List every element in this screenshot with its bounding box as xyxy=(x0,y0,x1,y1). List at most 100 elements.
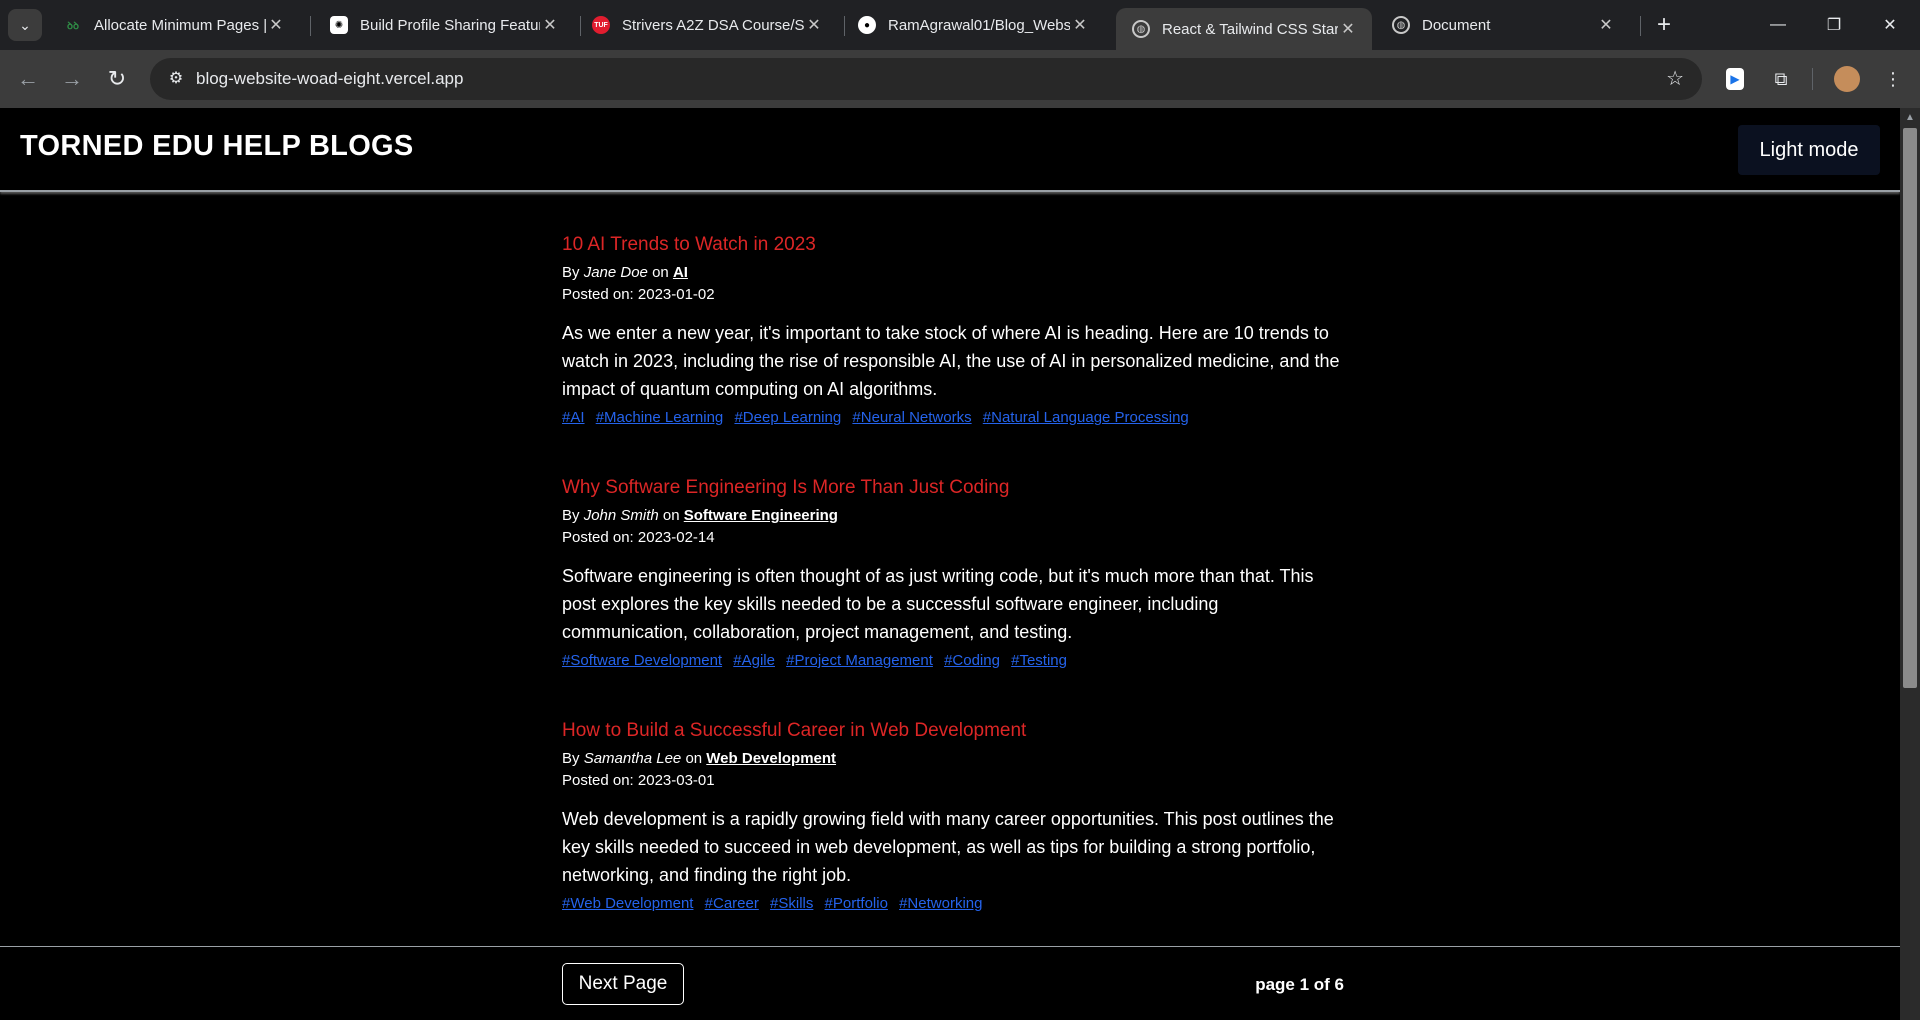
post-category-link[interactable]: Software Engineering xyxy=(684,507,838,524)
tag-link[interactable]: #Deep Learning xyxy=(734,409,841,426)
post-category-link[interactable]: AI xyxy=(673,264,688,281)
page-scrollbar[interactable]: ▲ xyxy=(1900,108,1920,1020)
post-date: Posted on: 2023-03-01 xyxy=(562,772,715,789)
tab-title: React & Tailwind CSS Starte xyxy=(1162,20,1338,38)
site-title: TORNED EDU HELP BLOGS xyxy=(20,130,414,162)
post-author: Samantha Lee xyxy=(583,750,682,767)
extensions-puzzle-icon[interactable]: ⧉ xyxy=(1766,64,1796,94)
by-label: By xyxy=(562,264,580,281)
tag-link[interactable]: #Machine Learning xyxy=(596,409,724,426)
profile-avatar[interactable] xyxy=(1834,66,1860,92)
forward-button[interactable]: → xyxy=(56,63,88,95)
chatgpt-icon: ✺ xyxy=(330,16,348,34)
tag-link[interactable]: #Natural Language Processing xyxy=(983,409,1189,426)
tab-3[interactable]: ● RamAgrawal01/Blog_Websi ✕ xyxy=(842,8,1104,42)
post-author: John Smith xyxy=(583,507,659,524)
menu-kebab-icon[interactable]: ⋮ xyxy=(1878,64,1908,94)
tab-title: Allocate Minimum Pages | xyxy=(94,16,266,34)
on-label: on xyxy=(685,750,703,767)
tag-link[interactable]: #Skills xyxy=(770,895,813,912)
post-byline: By Jane Doe on AI xyxy=(562,264,1342,281)
tab-search-button[interactable]: ⌄ xyxy=(8,9,42,41)
scroll-thumb[interactable] xyxy=(1903,128,1917,688)
post-title[interactable]: 10 AI Trends to Watch in 2023 xyxy=(562,234,1342,256)
globe-icon: ◍ xyxy=(1132,20,1150,38)
tag-link[interactable]: #Portfolio xyxy=(825,895,888,912)
post-author: Jane Doe xyxy=(583,264,648,281)
page-indicator: page 1 of 6 xyxy=(1255,975,1344,994)
browser-toolbar: ← → ↻ ⚙ blog-website-woad-eight.vercel.a… xyxy=(0,50,1920,108)
tag-link[interactable]: #Networking xyxy=(899,895,982,912)
close-icon[interactable]: ✕ xyxy=(1338,19,1358,39)
post-card: Why Software Engineering Is More Than Ju… xyxy=(562,477,1342,720)
post-excerpt: Software engineering is often thought of… xyxy=(562,566,1314,642)
tag-link[interactable]: #Project Management xyxy=(786,652,933,669)
tag-link[interactable]: #Agile xyxy=(733,652,775,669)
minimize-button[interactable]: — xyxy=(1750,0,1806,50)
new-tab-button[interactable]: + xyxy=(1650,11,1678,39)
back-button[interactable]: ← xyxy=(12,63,44,95)
minimize-icon: — xyxy=(1770,16,1786,33)
close-icon[interactable]: ✕ xyxy=(540,15,560,35)
restore-icon: ❐ xyxy=(1826,17,1842,34)
arrow-right-icon: → xyxy=(61,66,83,91)
github-icon: ● xyxy=(858,16,876,34)
bookmark-star-icon[interactable]: ☆ xyxy=(1666,66,1684,91)
tuf-icon: TUF xyxy=(592,16,610,34)
tab-title: Document xyxy=(1422,16,1491,34)
reload-icon: ↻ xyxy=(107,66,127,91)
site-info-icon[interactable]: ⚙ xyxy=(164,67,188,91)
post-category-link[interactable]: Web Development xyxy=(706,750,836,767)
tab-title: Build Profile Sharing Featur xyxy=(360,16,540,34)
post-tags: #AI #Machine Learning #Deep Learning #Ne… xyxy=(562,409,1342,426)
close-icon[interactable]: ✕ xyxy=(1596,15,1616,35)
tag-link[interactable]: #Career xyxy=(705,895,759,912)
tab-5[interactable]: ◍ Document ✕ xyxy=(1376,8,1630,42)
tag-link[interactable]: #Coding xyxy=(944,652,1000,669)
close-icon[interactable]: ✕ xyxy=(804,15,824,35)
footer-divider xyxy=(0,946,1900,947)
post-title[interactable]: Why Software Engineering Is More Than Ju… xyxy=(562,477,1342,499)
chevron-down-icon: ⌄ xyxy=(19,16,31,33)
by-label: By xyxy=(562,750,580,767)
site-header: TORNED EDU HELP BLOGS Light mode xyxy=(0,108,1900,192)
extension-icon[interactable]: ▶ xyxy=(1726,68,1744,90)
globe-icon: ◍ xyxy=(1392,16,1410,34)
tab-1[interactable]: ✺ Build Profile Sharing Featur ✕ xyxy=(314,8,574,42)
scroll-up-arrow-icon[interactable]: ▲ xyxy=(1900,112,1920,123)
tag-link[interactable]: #AI xyxy=(562,409,585,426)
post-card: How to Build a Successful Career in Web … xyxy=(562,720,1342,963)
tab-4-active[interactable]: ◍ React & Tailwind CSS Starte ✕ xyxy=(1116,8,1372,50)
close-icon: ✕ xyxy=(1883,17,1897,34)
close-icon[interactable]: ✕ xyxy=(1070,15,1090,35)
tab-0[interactable]: ꝺꝺ Allocate Minimum Pages | ✕ xyxy=(48,8,300,42)
light-mode-button[interactable]: Light mode xyxy=(1738,125,1880,175)
post-card: 10 AI Trends to Watch in 2023 By Jane Do… xyxy=(562,234,1342,477)
tag-link[interactable]: #Software Development xyxy=(562,652,722,669)
post-tags: #Software Development #Agile #Project Ma… xyxy=(562,652,1342,669)
post-title[interactable]: How to Build a Successful Career in Web … xyxy=(562,720,1342,742)
gfg-icon: ꝺꝺ xyxy=(67,21,79,32)
on-label: on xyxy=(652,264,669,281)
post-tags: #Web Development #Career #Skills #Portfo… xyxy=(562,895,1342,912)
tag-link[interactable]: #Testing xyxy=(1011,652,1067,669)
next-page-button[interactable]: Next Page xyxy=(562,963,684,1005)
post-byline: By Samantha Lee on Web Development xyxy=(562,750,1342,767)
tab-title: Strivers A2Z DSA Course/Sh xyxy=(622,16,804,34)
close-icon[interactable]: ✕ xyxy=(266,15,286,35)
tab-title: RamAgrawal01/Blog_Websi xyxy=(888,16,1070,34)
reload-button[interactable]: ↻ xyxy=(101,63,133,95)
by-label: By xyxy=(562,507,580,524)
close-window-button[interactable]: ✕ xyxy=(1862,0,1918,50)
address-bar[interactable]: ⚙ blog-website-woad-eight.vercel.app ☆ xyxy=(150,58,1702,100)
post-date: Posted on: 2023-02-14 xyxy=(562,529,715,546)
tag-link[interactable]: #Web Development xyxy=(562,895,693,912)
post-excerpt: As we enter a new year, it's important t… xyxy=(562,323,1340,399)
tab-2[interactable]: TUF Strivers A2Z DSA Course/Sh ✕ xyxy=(576,8,838,42)
on-label: on xyxy=(662,507,680,524)
url-text[interactable]: blog-website-woad-eight.vercel.app xyxy=(196,69,463,89)
post-byline: By John Smith on Software Engineering xyxy=(562,507,1342,524)
tag-link[interactable]: #Neural Networks xyxy=(852,409,971,426)
restore-button[interactable]: ❐ xyxy=(1806,0,1862,50)
plus-icon: + xyxy=(1656,11,1671,38)
